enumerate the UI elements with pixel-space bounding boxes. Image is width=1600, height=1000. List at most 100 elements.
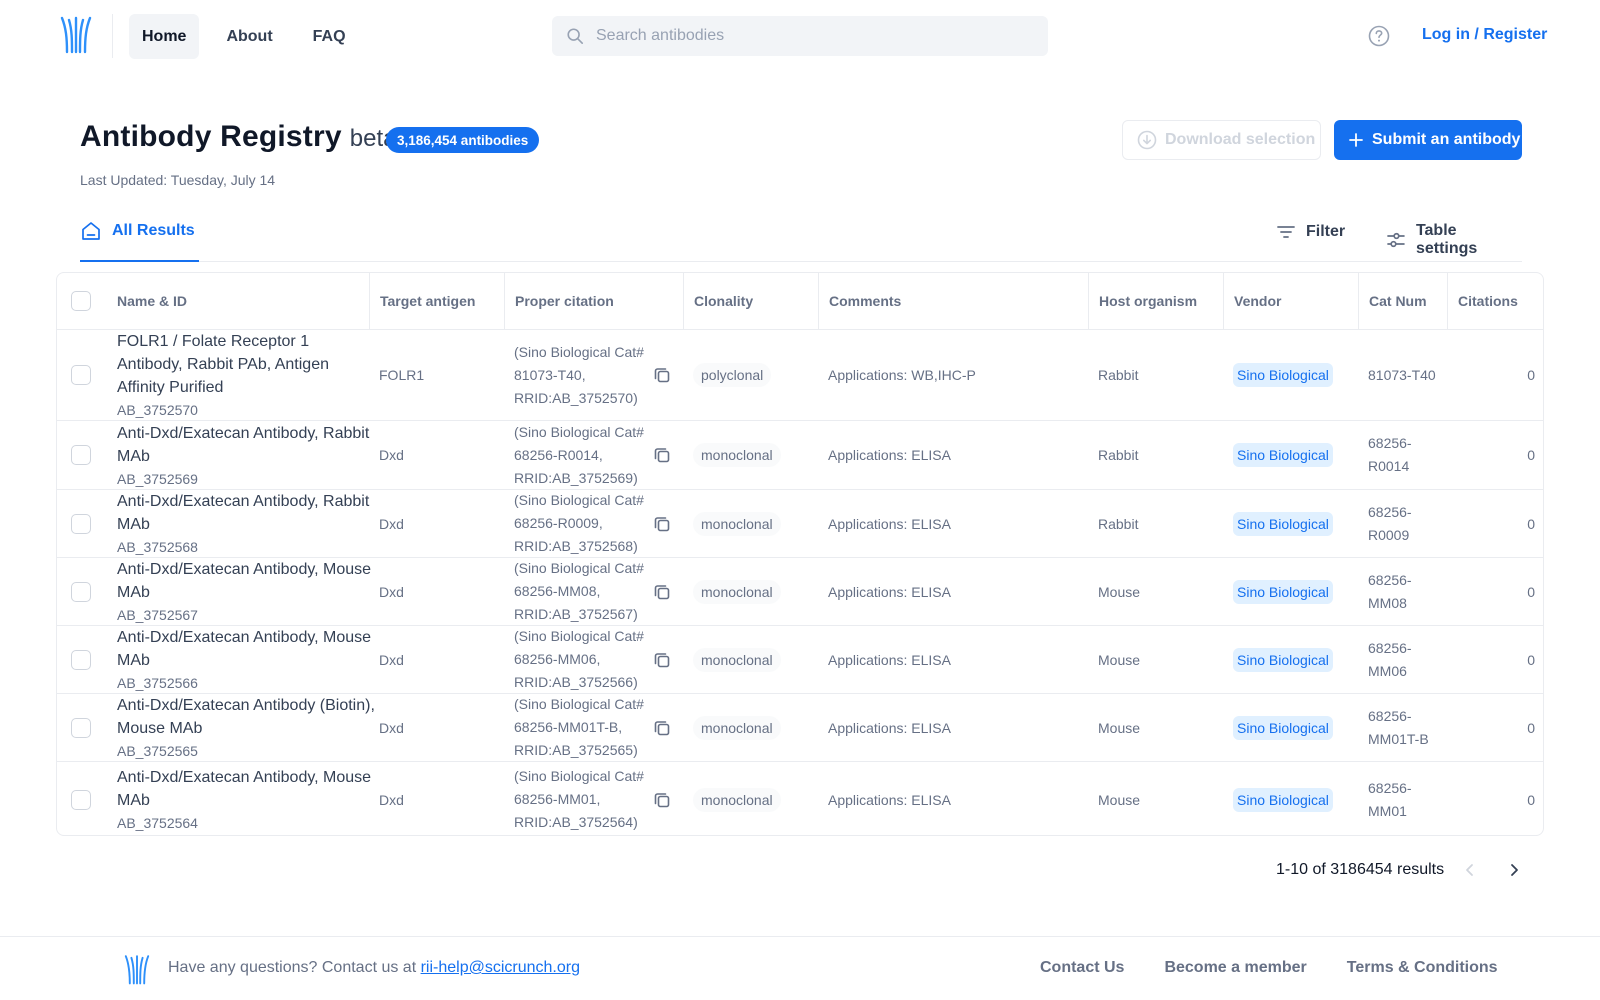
copy-icon[interactable] bbox=[652, 718, 672, 738]
search-input[interactable] bbox=[596, 27, 1036, 45]
login-register-link[interactable]: Log in / Register bbox=[1422, 26, 1547, 44]
row-checkbox[interactable] bbox=[71, 717, 91, 738]
search-bar[interactable] bbox=[552, 16, 1048, 56]
nav-faq[interactable]: FAQ bbox=[300, 14, 359, 59]
antibody-id: AB_3752568 bbox=[117, 539, 198, 555]
footer-links: Contact Us Become a member Terms & Condi… bbox=[1040, 959, 1498, 977]
vendor-badge[interactable]: Sino Biological bbox=[1233, 579, 1333, 604]
proper-citation-cell: (Sino Biological Cat# 81073-T40, RRID:AB… bbox=[504, 330, 683, 420]
proper-citation-text: (Sino Biological Cat# 68256-R0009, RRID:… bbox=[514, 492, 644, 554]
vendor-cell: Sino Biological bbox=[1223, 626, 1358, 693]
copy-icon[interactable] bbox=[652, 650, 672, 670]
antibody-name[interactable]: Anti-Dxd/Exatecan Antibody, Rabbit MAb bbox=[117, 490, 377, 536]
table-row[interactable]: Anti-Dxd/Exatecan Antibody, Mouse MAb AB_… bbox=[57, 762, 1543, 835]
vendor-badge[interactable]: Sino Biological bbox=[1233, 715, 1333, 740]
cat-num-text: 68256- R0014 bbox=[1368, 435, 1412, 474]
cat-num-cell: 68256- MM01T-B bbox=[1358, 694, 1447, 761]
results-table: Name & ID Target antigen Proper citation… bbox=[56, 272, 1544, 836]
table-settings-button[interactable]: Table settings bbox=[1386, 222, 1522, 258]
proper-citation-text: (Sino Biological Cat# 81073-T40, RRID:AB… bbox=[514, 343, 644, 406]
column-host-organism[interactable]: Host organism bbox=[1088, 273, 1223, 329]
clonality-badge: monoclonal bbox=[693, 443, 781, 467]
pagination-summary: 1-10 of 3186454 results bbox=[1276, 861, 1445, 878]
proper-citation-text: (Sino Biological Cat# 68256-MM01T-B, RRI… bbox=[514, 696, 644, 758]
antibody-name[interactable]: Anti-Dxd/Exatecan Antibody (Biotin), Mou… bbox=[117, 694, 377, 740]
target-antigen-cell: Dxd bbox=[379, 515, 404, 532]
footer: Have any questions? Contact us at rii-he… bbox=[0, 936, 1600, 1000]
proper-citation-text: (Sino Biological Cat# 68256-MM01, RRID:A… bbox=[514, 768, 644, 830]
table-row[interactable]: FOLR1 / Folate Receptor 1 Antibody, Rabb… bbox=[57, 330, 1543, 421]
vendor-cell: Sino Biological bbox=[1223, 330, 1358, 420]
vendor-badge[interactable]: Sino Biological bbox=[1233, 363, 1333, 387]
column-target-antigen[interactable]: Target antigen bbox=[369, 273, 504, 329]
cat-num-cell: 68256- R0014 bbox=[1358, 421, 1447, 489]
table-row[interactable]: Anti-Dxd/Exatecan Antibody, Mouse MAb AB_… bbox=[57, 558, 1543, 626]
antibody-registry-logo[interactable] bbox=[58, 14, 94, 54]
table-row[interactable]: Anti-Dxd/Exatecan Antibody (Biotin), Mou… bbox=[57, 694, 1543, 762]
footer-link-terms[interactable]: Terms & Conditions bbox=[1347, 959, 1498, 977]
row-checkbox[interactable] bbox=[71, 513, 91, 534]
help-icon[interactable] bbox=[1368, 25, 1390, 47]
column-citations[interactable]: Citations bbox=[1447, 273, 1543, 329]
antibody-name[interactable]: Anti-Dxd/Exatecan Antibody, Mouse MAb bbox=[117, 626, 377, 672]
support-email-link[interactable]: rii-help@scicrunch.org bbox=[421, 959, 580, 976]
vendor-badge[interactable]: Sino Biological bbox=[1233, 443, 1333, 467]
previous-page-button[interactable] bbox=[1458, 858, 1482, 882]
copy-icon[interactable] bbox=[652, 790, 672, 810]
antibody-id: AB_3752570 bbox=[117, 402, 198, 418]
top-bar: Home About FAQ Log in / Register bbox=[0, 0, 1600, 72]
table-row[interactable]: Anti-Dxd/Exatecan Antibody, Rabbit MAb AB… bbox=[57, 421, 1543, 490]
column-clonality[interactable]: Clonality bbox=[683, 273, 818, 329]
vendor-badge[interactable]: Sino Biological bbox=[1233, 787, 1333, 812]
antibody-name[interactable]: Anti-Dxd/Exatecan Antibody, Mouse MAb bbox=[117, 558, 377, 604]
clonality-badge: monoclonal bbox=[693, 579, 781, 604]
proper-citation-text: (Sino Biological Cat# 68256-MM06, RRID:A… bbox=[514, 628, 644, 690]
copy-icon[interactable] bbox=[652, 582, 672, 602]
antibody-name[interactable]: Anti-Dxd/Exatecan Antibody, Mouse MAb bbox=[117, 766, 377, 812]
submit-antibody-button[interactable]: Submit an antibody bbox=[1334, 120, 1522, 160]
row-checkbox[interactable] bbox=[71, 365, 91, 385]
footer-logo[interactable] bbox=[122, 953, 152, 985]
column-cat-num[interactable]: Cat Num bbox=[1358, 273, 1447, 329]
next-page-button[interactable] bbox=[1502, 858, 1526, 882]
column-proper-citation[interactable]: Proper citation bbox=[504, 273, 683, 329]
copy-icon[interactable] bbox=[652, 514, 672, 534]
filter-button[interactable]: Filter bbox=[1276, 222, 1345, 242]
row-checkbox[interactable] bbox=[71, 649, 91, 670]
row-checkbox[interactable] bbox=[71, 445, 91, 465]
pagination: 1-10 of 3186454 results bbox=[1276, 858, 1526, 882]
footer-link-contact-us[interactable]: Contact Us bbox=[1040, 959, 1124, 977]
tab-all-results[interactable]: All Results bbox=[80, 220, 199, 262]
vendor-badge[interactable]: Sino Biological bbox=[1233, 511, 1333, 536]
row-checkbox[interactable] bbox=[71, 789, 91, 810]
download-selection-button[interactable]: Download selection bbox=[1122, 120, 1321, 160]
table-row[interactable]: Anti-Dxd/Exatecan Antibody, Mouse MAb AB_… bbox=[57, 626, 1543, 694]
select-all-checkbox[interactable] bbox=[71, 291, 91, 311]
nav-home[interactable]: Home bbox=[129, 14, 200, 59]
footer-link-become-member[interactable]: Become a member bbox=[1164, 959, 1306, 977]
cat-num-cell: 68256- R0009 bbox=[1358, 490, 1447, 557]
cat-num-text: 68256- R0009 bbox=[1368, 503, 1412, 543]
antibody-id: AB_3752566 bbox=[117, 675, 198, 691]
row-select-cell bbox=[71, 490, 91, 557]
clonality-cell: monoclonal bbox=[683, 558, 818, 625]
column-vendor[interactable]: Vendor bbox=[1223, 273, 1358, 329]
clonality-cell: monoclonal bbox=[683, 490, 818, 557]
vendor-cell: Sino Biological bbox=[1223, 694, 1358, 761]
antibody-name[interactable]: FOLR1 / Folate Receptor 1 Antibody, Rabb… bbox=[117, 330, 377, 399]
antibody-name[interactable]: Anti-Dxd/Exatecan Antibody, Rabbit MAb bbox=[117, 422, 377, 468]
target-antigen-cell: Dxd bbox=[379, 791, 404, 808]
vendor-badge[interactable]: Sino Biological bbox=[1233, 647, 1333, 672]
row-checkbox[interactable] bbox=[71, 581, 91, 602]
table-row[interactable]: Anti-Dxd/Exatecan Antibody, Rabbit MAb AB… bbox=[57, 490, 1543, 558]
cat-num-text: 68256- MM01T-B bbox=[1368, 707, 1429, 747]
target-antigen-cell: Dxd bbox=[379, 583, 404, 600]
comments-cell: Applications: ELISA bbox=[828, 583, 951, 600]
nav-about[interactable]: About bbox=[213, 14, 285, 59]
column-comments[interactable]: Comments bbox=[818, 273, 1088, 329]
antibody-count-badge: 3,186,454 antibodies bbox=[386, 127, 540, 153]
copy-icon[interactable] bbox=[652, 445, 672, 465]
antibody-id: AB_3752565 bbox=[117, 743, 198, 759]
copy-icon[interactable] bbox=[652, 365, 672, 385]
column-name-id[interactable]: Name & ID bbox=[107, 273, 369, 329]
